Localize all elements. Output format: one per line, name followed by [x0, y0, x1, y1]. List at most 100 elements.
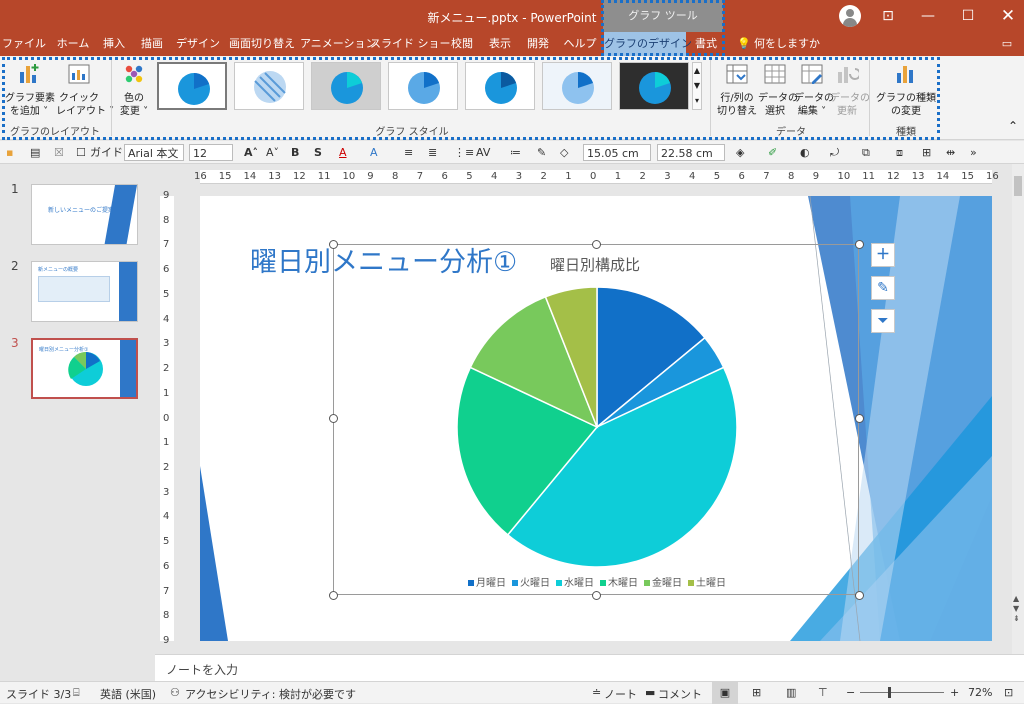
- zoom-out-icon[interactable]: −: [846, 686, 855, 699]
- slide-thumbnail-1[interactable]: 新しいメニューのご提案: [31, 184, 138, 245]
- rotate-icon[interactable]: ⤾: [830, 144, 839, 161]
- tab-file[interactable]: ファイル: [0, 32, 48, 56]
- spellcheck-icon[interactable]: ⌸: [73, 686, 80, 700]
- resize-handle[interactable]: [329, 240, 338, 249]
- shrink-font-icon[interactable]: A˅: [266, 144, 279, 161]
- height-field[interactable]: 15.05 cm: [583, 144, 651, 161]
- legend-item[interactable]: 木曜日: [594, 578, 638, 589]
- add-chart-element-button[interactable]: グラフ要素 を追加 ˅: [5, 62, 55, 118]
- delete-icon[interactable]: ☒: [54, 144, 66, 161]
- close-icon[interactable]: ✕: [988, 0, 1024, 32]
- tab-transitions[interactable]: 画面切り替え: [226, 32, 298, 56]
- account-avatar-icon[interactable]: [839, 5, 861, 27]
- shape-fill-icon[interactable]: ▪: [6, 144, 18, 161]
- legend-item[interactable]: 水曜日: [550, 578, 594, 589]
- comments-icon[interactable]: ▬: [645, 686, 655, 699]
- tab-chart-design[interactable]: グラフのデザイン: [604, 32, 692, 56]
- quick-layout-button[interactable]: クイック レイアウト ˅: [56, 62, 114, 118]
- align-justify-icon[interactable]: ≣: [428, 144, 437, 161]
- tab-home[interactable]: ホーム: [50, 32, 96, 56]
- align-icon[interactable]: ⇹: [946, 144, 955, 161]
- group-icon[interactable]: ⊞: [922, 144, 931, 161]
- char-spacing-icon[interactable]: AV: [476, 144, 490, 161]
- ribbon-display-options-icon[interactable]: ⊡: [868, 0, 908, 32]
- notes-icon[interactable]: ≐: [592, 686, 601, 699]
- align-center-icon[interactable]: ≡: [404, 144, 413, 161]
- chart-style-3[interactable]: [311, 62, 381, 110]
- resize-handle[interactable]: [592, 591, 601, 600]
- resize-handle[interactable]: [592, 240, 601, 249]
- tab-insert[interactable]: 挿入: [96, 32, 132, 56]
- normal-view-icon[interactable]: ▣: [712, 682, 738, 704]
- legend-item[interactable]: 金曜日: [638, 578, 682, 589]
- slide-thumbnail-3[interactable]: 曜日別メニュー分析①: [31, 338, 138, 399]
- textbox-icon[interactable]: ▤: [30, 144, 42, 161]
- tab-developer[interactable]: 開発: [520, 32, 556, 56]
- shape-outline-icon[interactable]: ◇: [560, 144, 568, 161]
- zoom-level[interactable]: 72%: [968, 686, 992, 699]
- font-size-select[interactable]: 12: [189, 144, 233, 161]
- chart-style-6[interactable]: [542, 62, 612, 110]
- resize-handle[interactable]: [329, 591, 338, 600]
- send-backward-icon[interactable]: ⧈: [896, 144, 903, 161]
- chart-filters-icon[interactable]: ⏷: [871, 309, 895, 333]
- bring-forward-icon[interactable]: ⧉: [862, 144, 870, 161]
- zoom-slider-track[interactable]: [860, 692, 944, 693]
- fit-to-window-icon[interactable]: ⊡: [1004, 686, 1013, 699]
- tab-view[interactable]: 表示: [482, 32, 518, 56]
- format-painter-icon[interactable]: ✎: [537, 144, 546, 161]
- chart-elements-plus-icon[interactable]: ＋: [871, 243, 895, 267]
- guide-checkbox[interactable]: ☐: [76, 144, 88, 161]
- tab-review[interactable]: 校閲: [444, 32, 480, 56]
- chart-styles-brush-icon[interactable]: ✎: [871, 276, 895, 300]
- comments-button[interactable]: コメント: [658, 686, 702, 702]
- comments-icon[interactable]: ▭: [996, 32, 1018, 56]
- bold-icon[interactable]: B: [291, 144, 299, 161]
- change-chart-type-button[interactable]: グラフの種類 の変更: [874, 62, 938, 118]
- font-name-select[interactable]: Arial 本文: [124, 144, 184, 161]
- chart-title[interactable]: 曜日別構成比: [550, 254, 640, 275]
- text-effects-icon[interactable]: A: [370, 144, 378, 161]
- zoom-slider-thumb[interactable]: [888, 687, 891, 698]
- line-spacing-icon[interactable]: ≔: [510, 144, 521, 161]
- styles-gallery-scroll[interactable]: ▲ ▼ ▾: [692, 62, 702, 110]
- tell-me-search[interactable]: 何をしますか: [754, 32, 820, 56]
- pen-color-icon[interactable]: ✐: [768, 144, 777, 161]
- chart-style-4[interactable]: [388, 62, 458, 110]
- notes-button[interactable]: ノート: [604, 686, 637, 702]
- resize-handle[interactable]: [329, 414, 338, 423]
- accessibility-status[interactable]: アクセシビリティ: 検討が必要です: [185, 686, 356, 702]
- chart-style-1[interactable]: [157, 62, 227, 110]
- pie-chart-plot[interactable]: [455, 285, 739, 569]
- tab-slideshow[interactable]: スライド ショー: [370, 32, 451, 56]
- edit-data-button[interactable]: データの 編集 ˅: [794, 62, 834, 118]
- legend-item[interactable]: 土曜日: [682, 578, 726, 589]
- chart-style-2[interactable]: [234, 62, 304, 110]
- switch-row-column-button[interactable]: 行/列の 切り替え: [716, 62, 758, 118]
- legend-item[interactable]: 月曜日: [462, 578, 506, 589]
- tab-design[interactable]: デザイン: [172, 32, 224, 56]
- grow-font-icon[interactable]: A˄: [244, 144, 258, 161]
- resize-handle[interactable]: [855, 414, 864, 423]
- tab-help[interactable]: ヘルプ: [558, 32, 602, 56]
- fill-bucket-icon[interactable]: ◈: [736, 144, 744, 161]
- vertical-scrollbar[interactable]: ▲ ▼ ⇟: [1012, 164, 1024, 654]
- slide-thumbnail-2[interactable]: 新メニューの概要: [31, 261, 138, 322]
- tab-format[interactable]: 書式: [688, 32, 724, 56]
- resize-handle[interactable]: [855, 240, 864, 249]
- slide-sorter-icon[interactable]: ⊞: [752, 686, 761, 699]
- chart-style-7[interactable]: [619, 62, 689, 110]
- refresh-data-button[interactable]: データの 更新: [830, 62, 870, 118]
- scroll-arrows-icon[interactable]: ▲ ▼ ⇟: [1013, 594, 1020, 624]
- legend-item[interactable]: 火曜日: [506, 578, 550, 589]
- reading-view-icon[interactable]: ▥: [786, 686, 796, 699]
- bullets-icon[interactable]: ⋮≡: [454, 144, 474, 161]
- width-field[interactable]: 22.58 cm: [657, 144, 725, 161]
- shape-effects-icon[interactable]: ◐: [800, 144, 810, 161]
- zoom-in-icon[interactable]: +: [950, 686, 959, 699]
- change-colors-button[interactable]: 色の 変更 ˅: [115, 62, 153, 118]
- chart-legend[interactable]: 月曜日 火曜日 水曜日 木曜日 金曜日 土曜日: [462, 574, 726, 589]
- notes-pane[interactable]: ノートを入力: [155, 654, 1024, 681]
- tab-draw[interactable]: 描画: [134, 32, 170, 56]
- text-shadow-icon[interactable]: S: [314, 144, 322, 161]
